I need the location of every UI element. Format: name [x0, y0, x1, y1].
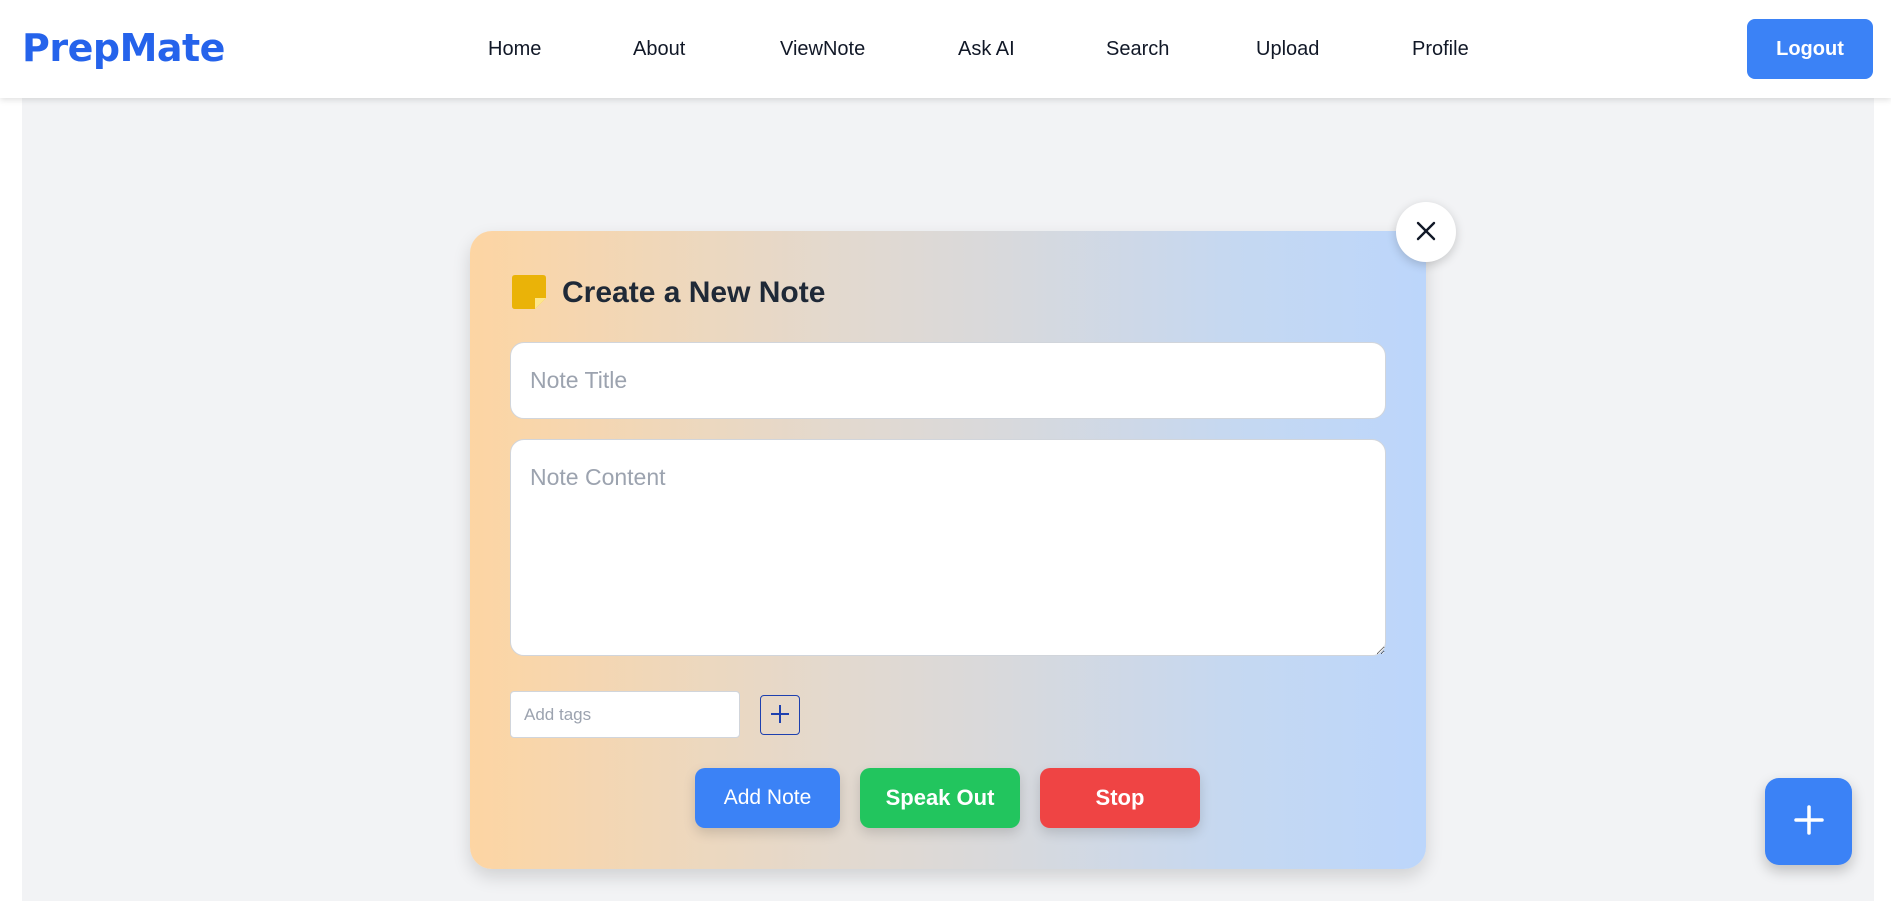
- nav-viewnote[interactable]: ViewNote: [780, 38, 865, 61]
- note-title-input[interactable]: [510, 342, 1386, 419]
- nav-profile[interactable]: Profile: [1412, 38, 1469, 61]
- note-content-input[interactable]: [510, 439, 1386, 656]
- close-modal-button[interactable]: [1396, 202, 1456, 262]
- add-note-button[interactable]: Add Note: [695, 768, 840, 828]
- close-icon: [1415, 220, 1437, 245]
- speak-out-button[interactable]: Speak Out: [860, 768, 1020, 828]
- add-tag-button[interactable]: [760, 695, 800, 735]
- logout-button[interactable]: Logout: [1747, 19, 1873, 79]
- sticky-note-icon: [512, 275, 546, 309]
- stop-button[interactable]: Stop: [1040, 768, 1200, 828]
- plus-icon: [769, 703, 791, 728]
- tags-input[interactable]: [510, 691, 740, 738]
- nav-home[interactable]: Home: [488, 38, 541, 61]
- top-navbar: PrepMate Home About ViewNote Ask AI Sear…: [0, 0, 1891, 98]
- floating-add-button[interactable]: [1765, 778, 1852, 865]
- nav-about[interactable]: About: [633, 38, 685, 61]
- modal-title: Create a New Note: [562, 276, 826, 309]
- nav-upload[interactable]: Upload: [1256, 38, 1319, 61]
- brand-logo[interactable]: PrepMate: [22, 26, 225, 70]
- nav-search[interactable]: Search: [1106, 38, 1169, 61]
- nav-ask-ai[interactable]: Ask AI: [958, 38, 1015, 61]
- plus-icon: [1792, 803, 1826, 840]
